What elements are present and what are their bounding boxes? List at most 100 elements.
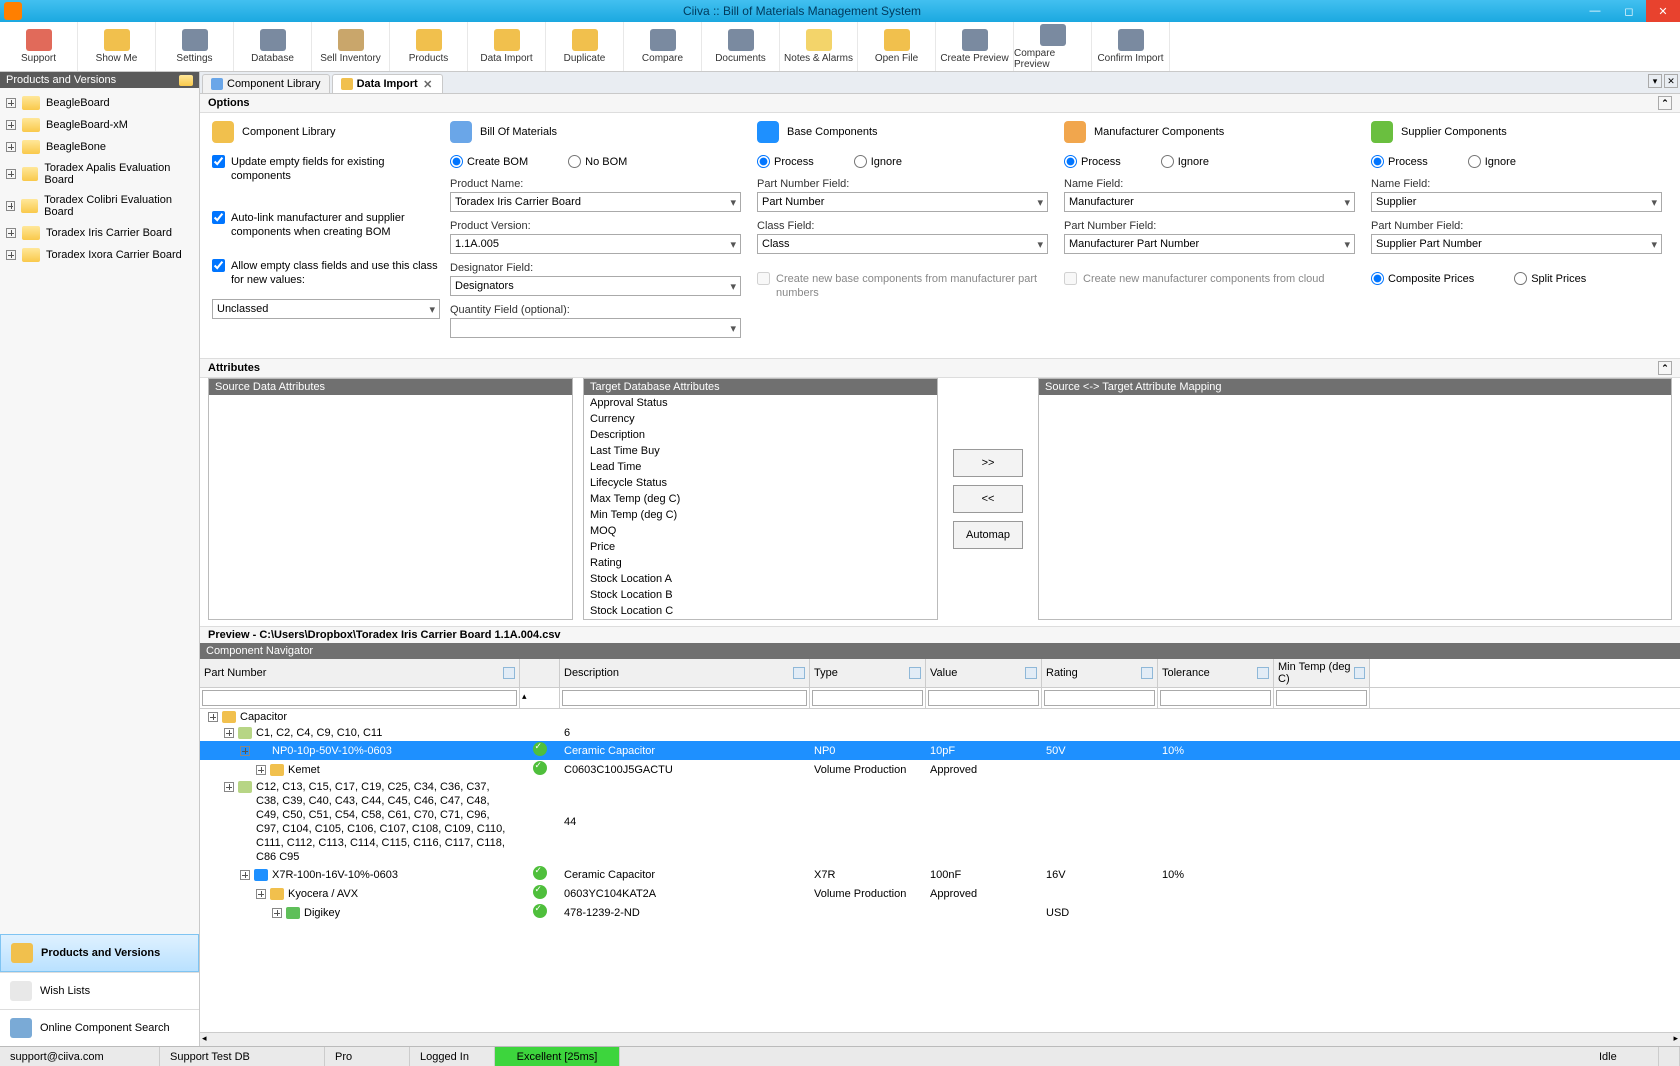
no-bom-radio[interactable]: No BOM <box>568 155 627 168</box>
base-partnumber-select[interactable]: Part Number <box>757 192 1048 212</box>
openfile-button[interactable]: Open File <box>858 22 936 71</box>
expand-icon[interactable] <box>6 120 16 130</box>
settings-button[interactable]: Settings <box>156 22 234 71</box>
composite-prices-radio[interactable]: Composite Prices <box>1371 272 1474 285</box>
create-base-from-mfr-checkbox[interactable] <box>757 272 770 285</box>
target-attribute-item[interactable]: Description <box>584 427 937 443</box>
sort-icon[interactable]: ▴ <box>522 691 527 701</box>
sup-partnumber-select[interactable]: Supplier Part Number <box>1371 234 1662 254</box>
mapping-list[interactable] <box>1039 395 1671 619</box>
tree-group-row[interactable]: C12, C13, C15, C17, C19, C25, C34, C36, … <box>200 779 1680 865</box>
tree-item[interactable]: Toradex Ixora Carrier Board <box>0 244 199 266</box>
map-forward-button[interactable]: >> <box>953 449 1023 477</box>
filter-icon[interactable] <box>1141 667 1153 679</box>
tree-item[interactable]: Toradex Apalis Evaluation Board <box>0 158 199 190</box>
tab-close-icon[interactable]: ✕ <box>422 78 434 90</box>
nav-wl[interactable]: Wish Lists <box>0 972 199 1009</box>
expand-icon[interactable] <box>256 889 266 899</box>
target-attribute-item[interactable]: Rating <box>584 555 937 571</box>
split-prices-radio[interactable]: Split Prices <box>1514 272 1586 285</box>
product-version-select[interactable]: 1.1A.005 <box>450 234 741 254</box>
expand-icon[interactable] <box>272 908 282 918</box>
sup-process-radio[interactable]: Process <box>1371 155 1428 168</box>
create-bom-radio[interactable]: Create BOM <box>450 155 528 168</box>
mfr-process-radio[interactable]: Process <box>1064 155 1121 168</box>
tab-dropdown-icon[interactable]: ▾ <box>1648 74 1662 88</box>
target-attribute-item[interactable]: Stock Location C <box>584 603 937 619</box>
filter-icon[interactable] <box>909 667 921 679</box>
expand-icon[interactable] <box>6 142 16 152</box>
column-header[interactable]: Rating <box>1042 659 1158 687</box>
target-attribute-item[interactable]: MOQ <box>584 523 937 539</box>
column-filter-input[interactable] <box>1044 690 1155 706</box>
map-back-button[interactable]: << <box>953 485 1023 513</box>
target-attribute-item[interactable]: Last Time Buy <box>584 443 937 459</box>
confirmimport-button[interactable]: Confirm Import <box>1092 22 1170 71</box>
filter-icon[interactable] <box>503 667 515 679</box>
target-attribute-item[interactable]: Min Temp (deg C) <box>584 507 937 523</box>
column-filter-input[interactable] <box>202 690 517 706</box>
update-empty-checkbox[interactable] <box>212 155 225 168</box>
nav-pv[interactable]: Products and Versions <box>0 934 199 972</box>
tree-item-row[interactable]: Digikey478-1239-2-NDUSD <box>200 903 1680 922</box>
column-header[interactable]: Value <box>926 659 1042 687</box>
base-process-radio[interactable]: Process <box>757 155 814 168</box>
notes-button[interactable]: Notes & Alarms <box>780 22 858 71</box>
filter-icon[interactable] <box>1025 667 1037 679</box>
column-header[interactable]: Description <box>560 659 810 687</box>
tree-item-row[interactable]: Kyocera / AVX0603YC104KAT2AVolume Produc… <box>200 884 1680 903</box>
expand-icon[interactable] <box>224 782 234 792</box>
sellinv-button[interactable]: Sell Inventory <box>312 22 390 71</box>
comparepreview-button[interactable]: Compare Preview <box>1014 22 1092 71</box>
expand-icon[interactable] <box>6 250 16 260</box>
target-attribute-item[interactable]: Currency <box>584 411 937 427</box>
tree-item[interactable]: BeagleBone <box>0 136 199 158</box>
close-button[interactable]: ✕ <box>1646 0 1680 22</box>
target-attributes-list[interactable]: Approval StatusCurrencyDescriptionLast T… <box>584 395 937 619</box>
target-attribute-item[interactable]: Price <box>584 539 937 555</box>
tab-complib[interactable]: Component Library <box>202 74 330 93</box>
expand-icon[interactable] <box>224 728 234 738</box>
default-class-select[interactable]: Unclassed <box>212 299 440 319</box>
expand-icon[interactable] <box>6 228 16 238</box>
column-filter-input[interactable] <box>1160 690 1271 706</box>
target-attribute-item[interactable]: Stock Location A <box>584 571 937 587</box>
filter-icon[interactable] <box>1354 667 1365 679</box>
expand-icon[interactable] <box>240 746 250 756</box>
database-button[interactable]: Database <box>234 22 312 71</box>
expand-icon[interactable] <box>6 201 15 211</box>
sup-name-select[interactable]: Supplier <box>1371 192 1662 212</box>
compare-button[interactable]: Compare <box>624 22 702 71</box>
target-attribute-item[interactable]: Lead Time <box>584 459 937 475</box>
column-filter-input[interactable] <box>562 690 807 706</box>
duplicate-button[interactable]: Duplicate <box>546 22 624 71</box>
showme-button[interactable]: Show Me <box>78 22 156 71</box>
tree-item-row[interactable]: NP0-10p-50V-10%-0603Ceramic CapacitorNP0… <box>200 741 1680 760</box>
tree-item[interactable]: Toradex Iris Carrier Board <box>0 222 199 244</box>
grid-body[interactable]: CapacitorC1, C2, C4, C9, C10, C116NP0-10… <box>200 709 1680 1032</box>
column-filter-input[interactable] <box>928 690 1039 706</box>
filter-icon[interactable] <box>1257 667 1269 679</box>
product-name-select[interactable]: Toradex Iris Carrier Board <box>450 192 741 212</box>
expand-icon[interactable] <box>240 870 250 880</box>
sup-ignore-radio[interactable]: Ignore <box>1468 155 1516 168</box>
options-collapse-button[interactable]: ⌃ <box>1658 96 1672 110</box>
tab-dimport[interactable]: Data Import✕ <box>332 74 443 93</box>
base-ignore-radio[interactable]: Ignore <box>854 155 902 168</box>
tree-group-row[interactable]: C1, C2, C4, C9, C10, C116 <box>200 725 1680 741</box>
expand-icon[interactable] <box>6 169 16 179</box>
column-header[interactable] <box>520 659 560 687</box>
target-attribute-item[interactable]: Stock Location B <box>584 587 937 603</box>
expand-icon[interactable] <box>6 98 16 108</box>
mfr-name-select[interactable]: Manufacturer <box>1064 192 1355 212</box>
allow-empty-class-checkbox[interactable] <box>212 259 225 272</box>
tree-item-row[interactable]: KemetC0603C100J5GACTUVolume ProductionAp… <box>200 760 1680 779</box>
tree-item-row[interactable]: X7R-100n-16V-10%-0603Ceramic CapacitorX7… <box>200 865 1680 884</box>
attributes-collapse-button[interactable]: ⌃ <box>1658 361 1672 375</box>
automap-button[interactable]: Automap <box>953 521 1023 549</box>
base-class-select[interactable]: Class <box>757 234 1048 254</box>
maximize-button[interactable]: ◻ <box>1612 0 1646 22</box>
column-filter-input[interactable] <box>812 690 923 706</box>
products-button[interactable]: Products <box>390 22 468 71</box>
dataimport-button[interactable]: Data Import <box>468 22 546 71</box>
